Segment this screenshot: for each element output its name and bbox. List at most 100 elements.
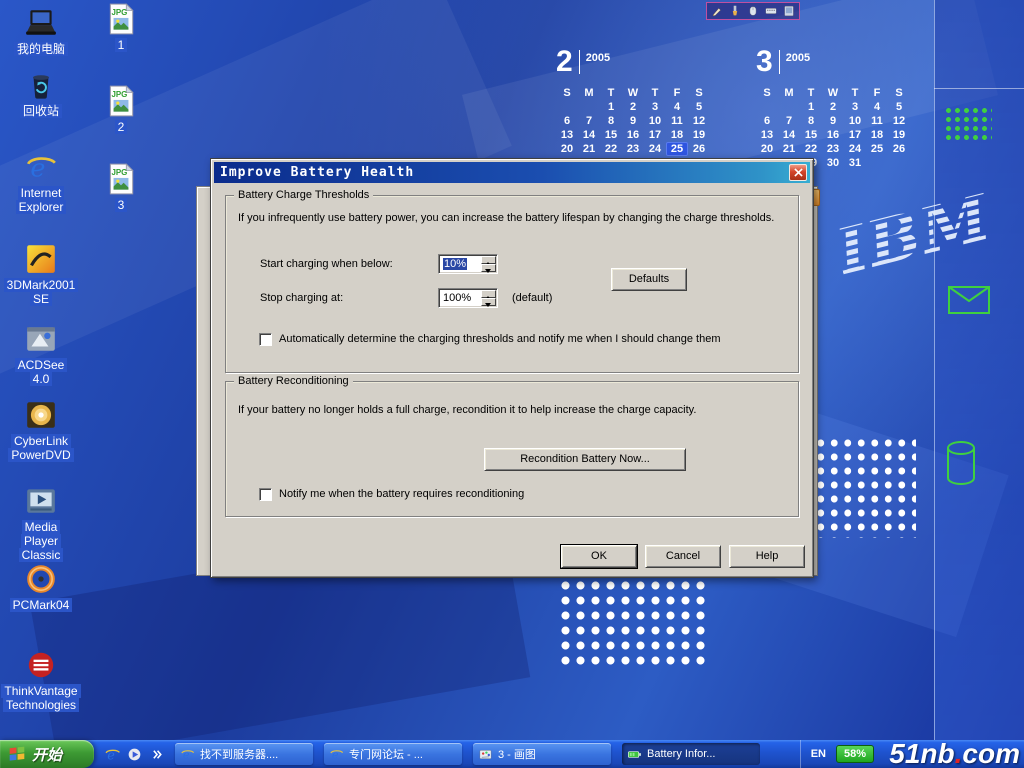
desktop-icon-8[interactable]: PCMark04 xyxy=(8,562,74,612)
desktop-icon-label: ACDSee 4.0 xyxy=(8,358,74,386)
help-button[interactable]: Help xyxy=(729,545,805,568)
svg-text:JPG: JPG xyxy=(111,8,127,17)
calendar-date: 19 xyxy=(888,128,910,142)
calendar-day-header: F xyxy=(866,86,888,100)
desktop-icon-7[interactable]: Media Player Classic xyxy=(8,484,74,562)
calendar-date: 12 xyxy=(688,114,710,128)
calendar-day-header: W xyxy=(622,86,644,100)
desktop-icon-label: CyberLink PowerDVD xyxy=(8,434,74,462)
spin-up-button[interactable] xyxy=(481,256,496,264)
start-button[interactable]: 开始 xyxy=(0,740,94,768)
recycle-icon xyxy=(24,68,58,102)
spin-down-button[interactable] xyxy=(481,298,496,306)
svg-text:JPG: JPG xyxy=(111,168,127,177)
calendar-date xyxy=(756,100,778,114)
taskbar-button-3[interactable]: 3 - 画图 xyxy=(473,743,611,765)
jpg-icon: JPG xyxy=(104,2,138,36)
taskbar-button-2[interactable]: e专门网论坛 - ... xyxy=(324,743,462,765)
desktop-icon-1[interactable]: 我的电脑 xyxy=(8,6,74,56)
calendar-date: 20 xyxy=(556,142,578,156)
calendar-date: 21 xyxy=(778,142,800,156)
calendar-day-header: S xyxy=(756,86,778,100)
calendar-date: 20 xyxy=(756,142,778,156)
calendar-date: 3 xyxy=(644,100,666,114)
auto-determine-checkbox[interactable] xyxy=(259,333,272,346)
calendar-date: 18 xyxy=(666,128,688,142)
desktop-icon-9[interactable]: ThinkVantage Technologies xyxy=(8,648,74,712)
threedmark-icon xyxy=(24,242,58,276)
calendar-date: 22 xyxy=(800,142,822,156)
desktop-jpg-file-3[interactable]: JPG3 xyxy=(88,162,154,212)
taskbar-button-1[interactable]: e找不到服务器.... xyxy=(175,743,313,765)
group-title: Battery Reconditioning xyxy=(234,375,353,387)
calendar-date: 1 xyxy=(800,100,822,114)
desktop-icon-2[interactable]: 回收站 xyxy=(8,68,74,118)
auto-determine-label: Automatically determine the charging thr… xyxy=(279,333,720,345)
calendar-date: 4 xyxy=(666,100,688,114)
desktop-jpg-file-2[interactable]: JPG2 xyxy=(88,84,154,134)
spin-down-button[interactable] xyxy=(481,264,496,272)
dialog-titlebar[interactable]: Improve Battery Health xyxy=(214,162,810,183)
desktop: IBM 22005SMTWTFS123456789101112131415161… xyxy=(0,0,1024,768)
calendar-date: 30 xyxy=(822,156,844,170)
calendar-date: 10 xyxy=(844,114,866,128)
ie-icon[interactable]: e xyxy=(104,746,121,763)
keyboard-icon[interactable] xyxy=(764,4,778,18)
notify-checkbox[interactable] xyxy=(259,488,272,501)
cancel-button[interactable]: Cancel xyxy=(645,545,721,568)
mouse-icon[interactable] xyxy=(746,4,760,18)
battery-indicator[interactable]: 58% xyxy=(836,745,874,763)
calendar-date: 13 xyxy=(556,128,578,142)
calendar-date: 5 xyxy=(688,100,710,114)
taskbar-button-4[interactable]: Battery Infor... xyxy=(622,743,760,765)
calendar-day-header: S xyxy=(888,86,910,100)
pcmark-icon xyxy=(24,562,58,596)
calendar-date: 17 xyxy=(844,128,866,142)
recondition-battery-button[interactable]: Recondition Battery Now... xyxy=(484,448,686,471)
calendar-day-header: F xyxy=(666,86,688,100)
calendar-date: 15 xyxy=(600,128,622,142)
desktop-icon-5[interactable]: ACDSee 4.0 xyxy=(8,322,74,386)
thinkvantage-icon xyxy=(24,648,58,682)
calendar-date: 9 xyxy=(622,114,644,128)
mpc-icon xyxy=(24,484,58,518)
pen-input-toolbar[interactable] xyxy=(706,2,800,20)
brush-icon[interactable] xyxy=(728,4,742,18)
close-button[interactable] xyxy=(789,164,807,181)
calendar-date: 2 xyxy=(622,100,644,114)
calendar-date: 26 xyxy=(888,142,910,156)
tablet-icon[interactable] xyxy=(782,4,796,18)
ok-button[interactable]: OK xyxy=(561,545,637,568)
desktop-icon-label: Internet Explorer xyxy=(8,186,74,214)
desktop-icon-4[interactable]: 3DMark2001 SE xyxy=(8,242,74,306)
taskbar-button-label: Battery Infor... xyxy=(647,748,715,760)
powerdvd-icon xyxy=(24,398,58,432)
pen-icon[interactable] xyxy=(710,4,724,18)
start-threshold-spinner[interactable]: 10% xyxy=(438,254,498,274)
stop-threshold-spinner[interactable]: 100% xyxy=(438,288,498,308)
spin-up-button[interactable] xyxy=(481,290,496,298)
calendar-month-header: 32005 xyxy=(756,46,910,82)
desktop-icon-label: PCMark04 xyxy=(10,598,73,612)
desktop-icon-label: 1 xyxy=(115,38,128,52)
defaults-button[interactable]: Defaults xyxy=(611,268,687,291)
calendar-day-header: M xyxy=(778,86,800,100)
notify-label: Notify me when the battery requires reco… xyxy=(279,488,524,500)
taskbar-button-label: 找不到服务器.... xyxy=(200,746,278,762)
battery-cylinder-icon xyxy=(946,440,976,491)
desktop-icon-6[interactable]: CyberLink PowerDVD xyxy=(8,398,74,462)
notify-checkbox-row: Notify me when the battery requires reco… xyxy=(259,488,789,501)
calendar-month-3: 32005SMTWTFS1234567891011121314151617181… xyxy=(756,46,910,170)
language-indicator[interactable]: EN xyxy=(811,748,826,760)
chevron-icon[interactable] xyxy=(148,746,165,763)
envelope-icon xyxy=(948,286,990,319)
taskbar-button-label: 专门网论坛 - ... xyxy=(349,746,423,762)
calendar-date: 16 xyxy=(622,128,644,142)
watermark-right: com xyxy=(962,738,1020,768)
media-icon[interactable] xyxy=(126,746,143,763)
desktop-jpg-file-1[interactable]: JPG 1 xyxy=(88,2,154,52)
calendar-day-header: T xyxy=(800,86,822,100)
desktop-icon-3[interactable]: eInternet Explorer xyxy=(8,150,74,214)
calendar-date: 6 xyxy=(556,114,578,128)
laptop-icon xyxy=(24,6,58,40)
